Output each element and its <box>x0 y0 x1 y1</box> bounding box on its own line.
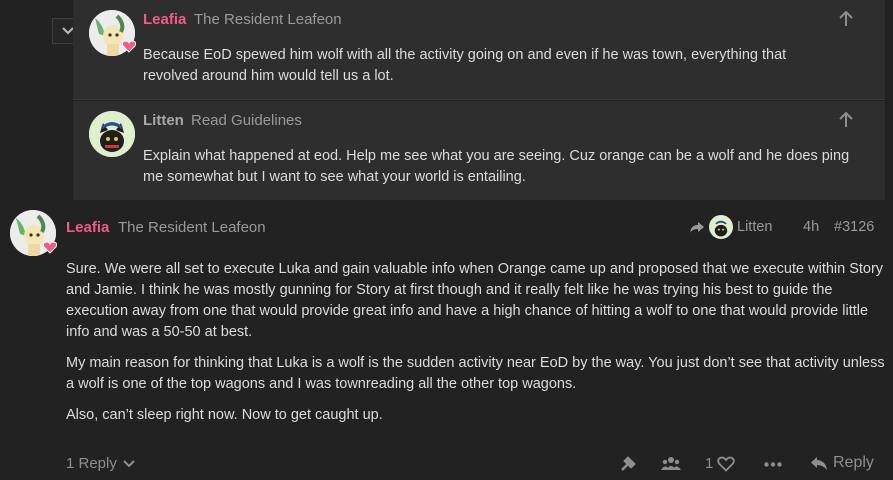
quote1-text: Because EoD spewed him wolf with all the… <box>143 47 787 84</box>
post-username[interactable]: Leafia <box>66 219 109 236</box>
reply-arrow-icon <box>811 456 827 470</box>
post-body: Sure. We were all set to execute Luka an… <box>66 259 886 436</box>
arrow-up-icon[interactable] <box>839 112 853 128</box>
main-post: Leafia The Resident Leafeon Litten 4h #3… <box>0 200 893 480</box>
quote2-username[interactable]: Litten <box>143 112 184 129</box>
more-options-icon[interactable] <box>764 462 782 467</box>
show-replies-button[interactable]: 1 Reply <box>66 455 135 472</box>
share-arrow-icon <box>690 221 704 233</box>
wrench-icon[interactable] <box>619 455 637 473</box>
quote1-user-title: The Resident Leafeon <box>194 11 342 28</box>
heart-badge-icon <box>43 241 57 254</box>
quoted-post-leafia: Leafia The Resident Leafeon Because EoD … <box>73 0 885 100</box>
post-number[interactable]: #3126 <box>834 219 874 235</box>
litten-avatar-icon <box>89 111 135 157</box>
reply-to-username: Litten <box>737 219 773 235</box>
quote2-text: Explain what happened at eod. Help me se… <box>143 148 850 185</box>
post-age[interactable]: 4h <box>803 219 819 235</box>
quoted-post-litten: Litten Read Guidelines Explain what happ… <box>73 101 885 200</box>
like-button[interactable]: 1 <box>705 455 736 472</box>
reply-button[interactable]: Reply <box>810 454 874 472</box>
arrow-up-icon[interactable] <box>839 11 853 27</box>
post-paragraph: Also, can’t sleep right now. Now to get … <box>66 407 383 423</box>
quote1-username[interactable]: Leafia <box>143 11 186 28</box>
litten-avatar[interactable] <box>89 111 135 157</box>
reply-label: Reply <box>833 454 874 471</box>
chevron-down-icon <box>123 459 135 467</box>
users-icon[interactable] <box>661 456 681 471</box>
heart-badge-icon <box>122 40 136 53</box>
reply-to-link[interactable]: Litten <box>689 215 772 239</box>
like-count: 1 <box>705 455 714 472</box>
post-paragraph: Sure. We were all set to execute Luka an… <box>66 261 884 340</box>
post-paragraph: My main reason for thinking that Luka is… <box>66 355 885 392</box>
quote2-user-title: Read Guidelines <box>191 112 302 129</box>
litten-small-avatar <box>709 215 733 239</box>
litten-avatar-icon <box>714 220 728 237</box>
replies-count-label: 1 Reply <box>66 455 117 472</box>
heart-icon <box>717 456 736 472</box>
post-user-title: The Resident Leafeon <box>118 219 266 236</box>
